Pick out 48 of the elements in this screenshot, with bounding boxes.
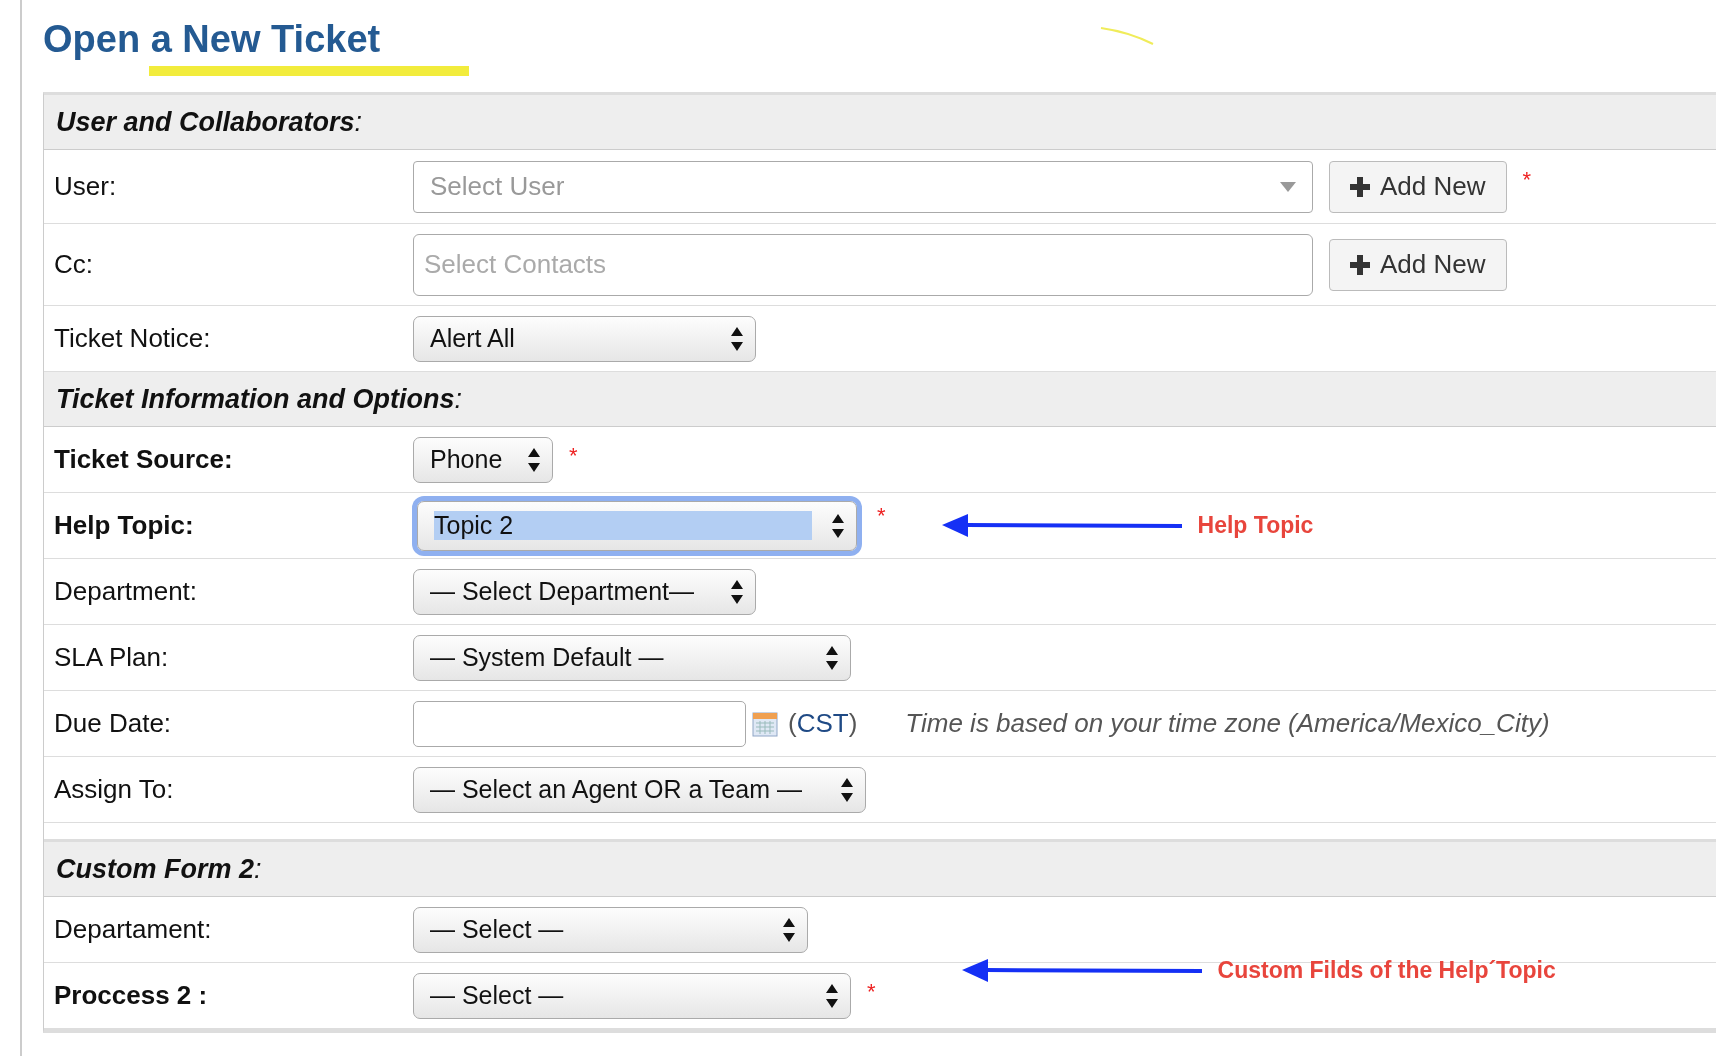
field-label: User: bbox=[53, 171, 118, 202]
field-label: Due Date: bbox=[53, 708, 173, 739]
up-down-arrows-icon bbox=[832, 513, 844, 538]
field-label: Help Topic: bbox=[53, 510, 195, 541]
add-new-button[interactable]: Add New bbox=[1329, 238, 1507, 291]
up-down-arrows-icon bbox=[826, 983, 838, 1008]
timezone-text: (CST) bbox=[788, 708, 858, 739]
required-mark: * bbox=[877, 502, 886, 529]
up-down-arrows-icon bbox=[731, 326, 743, 351]
section-title: Custom Form 2: bbox=[56, 853, 262, 885]
annotation-text: Help Topic bbox=[1197, 512, 1314, 539]
required-mark: * bbox=[569, 442, 578, 469]
field-label: Ticket Notice: bbox=[53, 323, 212, 354]
up-down-arrows-icon bbox=[841, 777, 853, 802]
field-label: Ticket Source: bbox=[53, 444, 234, 475]
highlighter-stroke bbox=[1099, 24, 1155, 46]
contacts-field[interactable]: Select Contacts bbox=[413, 233, 1313, 296]
plus-icon bbox=[1350, 254, 1370, 275]
annotation-text: Custom Filds of the Help´Topic bbox=[1217, 957, 1556, 984]
field-label: Proccess 2 : bbox=[53, 980, 209, 1011]
add-new-button[interactable]: Add New bbox=[1329, 160, 1507, 213]
up-down-arrows-icon bbox=[826, 645, 838, 670]
page-title: Open a New Ticket bbox=[43, 18, 381, 61]
calendar-icon[interactable] bbox=[752, 710, 778, 737]
select-dropdown[interactable]: — System Default — bbox=[413, 634, 851, 681]
caret-icon bbox=[1280, 181, 1296, 192]
select-dropdown[interactable]: — Select — bbox=[413, 906, 808, 953]
field-label: Department: bbox=[53, 576, 199, 607]
plus-icon bbox=[1350, 176, 1370, 197]
timezone-link[interactable]: CST bbox=[796, 708, 849, 738]
select-dropdown[interactable]: — Select — bbox=[413, 972, 851, 1019]
field-label: SLA Plan: bbox=[53, 642, 170, 673]
select-dropdown[interactable]: Phone bbox=[413, 436, 553, 483]
section-title: Ticket Information and Options: bbox=[56, 383, 463, 415]
select-dropdown[interactable]: — Select an Agent OR a Team — bbox=[413, 766, 866, 813]
select-dropdown[interactable]: Alert All bbox=[413, 315, 756, 362]
field-label: Assign To: bbox=[53, 774, 175, 805]
up-down-arrows-icon bbox=[731, 579, 743, 604]
up-down-arrows-icon bbox=[528, 447, 540, 472]
select-dropdown[interactable]: — Select Department— bbox=[413, 568, 756, 615]
due-date-field[interactable] bbox=[413, 700, 746, 747]
up-down-arrows-icon bbox=[783, 917, 795, 942]
section-title: User and Collaborators: bbox=[56, 106, 363, 138]
timezone-note: Time is based on your time zone (America/Mexico_City) bbox=[905, 708, 1550, 739]
required-mark: * bbox=[867, 978, 876, 1005]
required-mark: * bbox=[1522, 166, 1532, 193]
field-label: Departament: bbox=[53, 914, 213, 945]
field-label: Cc: bbox=[53, 249, 94, 280]
